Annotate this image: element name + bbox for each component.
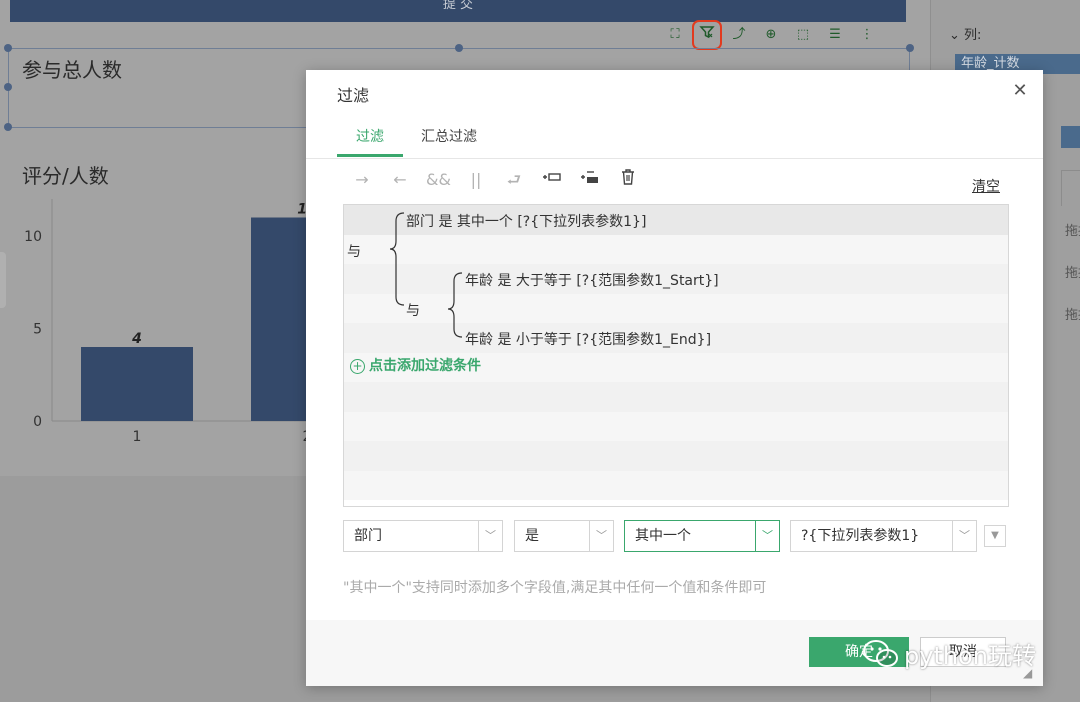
clear-link[interactable]: 清空 xyxy=(972,176,1000,196)
and-icon[interactable]: && xyxy=(426,168,451,192)
watermark-text: python玩转 xyxy=(904,642,1036,670)
watermark: python玩转 xyxy=(862,636,1036,671)
resize-handle[interactable] xyxy=(4,83,12,91)
more-icon[interactable]: ⋮ xyxy=(856,24,878,46)
resize-handle[interactable] xyxy=(906,44,914,52)
data-label: 4 xyxy=(131,331,142,347)
mode-hint: "其中一个"支持同时添加多个字段值,满足其中任何一个值和条件即可 xyxy=(343,580,767,596)
tree-row xyxy=(344,441,1008,471)
tab-summary-filter[interactable]: 汇总过滤 xyxy=(421,126,477,146)
resize-handle[interactable] xyxy=(455,44,463,52)
chevron-down-icon: ﹀ xyxy=(478,521,502,551)
bar-chart: 051041112 xyxy=(24,199,320,445)
condition-age-end[interactable]: 年龄 是 小于等于 [?{范围参数1_End}] xyxy=(465,329,711,349)
chevron-down-icon: ﹀ xyxy=(589,521,613,551)
condition-age-start[interactable]: 年龄 是 大于等于 [?{范围参数1_Start}] xyxy=(465,270,719,290)
operator-select[interactable]: 是 ﹀ xyxy=(514,520,614,552)
or-icon[interactable]: || xyxy=(464,168,488,192)
resize-handle[interactable] xyxy=(4,44,12,52)
filter-dialog: 过滤 ✕ 过滤 汇总过滤 → ← && || ⮐ 清空 部门 是 其中一个 [?… xyxy=(306,70,1043,686)
add-group-icon[interactable] xyxy=(578,168,602,192)
mode-select[interactable]: 其中一个 ﹀ xyxy=(624,520,780,552)
add-row-icon[interactable] xyxy=(540,168,564,192)
add-condition-link[interactable]: + 点击添加过滤条件 xyxy=(350,355,481,375)
drag-hint: 拖拽列 xyxy=(1065,224,1080,239)
active-tab-indicator xyxy=(337,154,403,157)
drag-hint: 拖拽列 xyxy=(1065,308,1080,323)
y-tick-label: 0 xyxy=(33,414,42,430)
undo-icon[interactable]: ⮐ xyxy=(502,168,526,192)
columns-label: ⌄ 列: xyxy=(949,28,982,43)
condition-toolbar: → ← && || ⮐ xyxy=(350,168,640,192)
field-select[interactable]: 部门 ﹀ xyxy=(343,520,503,552)
plus-circle-icon: + xyxy=(350,359,365,374)
logic-and-root[interactable]: 与 xyxy=(347,241,361,261)
widget-title: 参与总人数 xyxy=(22,58,122,82)
rotate-icon[interactable]: ⤴ xyxy=(728,24,750,46)
resize-handle[interactable] xyxy=(4,123,12,131)
tree-row xyxy=(344,382,1008,412)
tree-row xyxy=(344,470,1008,500)
bar xyxy=(81,347,193,421)
fullscreen-icon[interactable]: ⛶ xyxy=(664,24,686,46)
list-icon[interactable]: ☰ xyxy=(824,24,846,46)
submit-button[interactable]: 提 交 xyxy=(10,0,906,22)
zoom-in-icon[interactable]: ⊕ xyxy=(760,24,782,46)
parameter-dropdown[interactable]: ▼ xyxy=(984,525,1006,547)
field-select-value: 部门 xyxy=(354,528,382,544)
select-icon[interactable]: ⬚ xyxy=(792,24,814,46)
chevron-down-icon: ﹀ xyxy=(952,521,976,551)
condition-editor: 部门 ﹀ 是 ﹀ 其中一个 ﹀ ?{下拉列表参数1} ﹀ ▼ xyxy=(343,520,1009,552)
condition-department[interactable]: 部门 是 其中一个 [?{下拉列表参数1}] xyxy=(406,211,646,231)
filter-icon[interactable] xyxy=(692,20,722,50)
wechat-icon xyxy=(863,639,898,667)
close-icon[interactable]: ✕ xyxy=(1011,82,1029,100)
dialog-tabs: 过滤 汇总过滤 xyxy=(306,114,1043,159)
delete-icon[interactable] xyxy=(616,168,640,192)
panel-separator xyxy=(1061,170,1080,206)
mode-select-value: 其中一个 xyxy=(635,528,691,544)
chevron-down-icon: ﹀ xyxy=(755,521,779,551)
y-tick-label: 10 xyxy=(24,229,42,245)
add-condition-label: 点击添加过滤条件 xyxy=(369,358,481,374)
tree-row xyxy=(344,411,1008,441)
logic-and-nested[interactable]: 与 xyxy=(406,300,420,320)
operator-select-value: 是 xyxy=(525,528,539,544)
panel-bar xyxy=(1061,126,1080,148)
condition-tree: 部门 是 其中一个 [?{下拉列表参数1}] 与 年龄 是 大于等于 [?{范围… xyxy=(343,204,1009,507)
dialog-title: 过滤 xyxy=(337,86,370,105)
tab-filter[interactable]: 过滤 xyxy=(356,126,384,146)
x-tick-label: 1 xyxy=(133,429,142,445)
y-tick-label: 5 xyxy=(33,322,42,338)
value-select[interactable]: ?{下拉列表参数1} ﹀ xyxy=(790,520,977,552)
value-select-value: ?{下拉列表参数1} xyxy=(801,528,920,544)
outdent-icon[interactable]: ← xyxy=(388,168,412,192)
widget-toolbar: ⛶ ⤴ ⊕ ⬚ ☰ ⋮ xyxy=(664,20,878,50)
indent-icon[interactable]: → xyxy=(350,168,374,192)
dialog-header: 过滤 ✕ xyxy=(306,70,1043,114)
drag-hint: 拖拽列 xyxy=(1065,266,1080,281)
